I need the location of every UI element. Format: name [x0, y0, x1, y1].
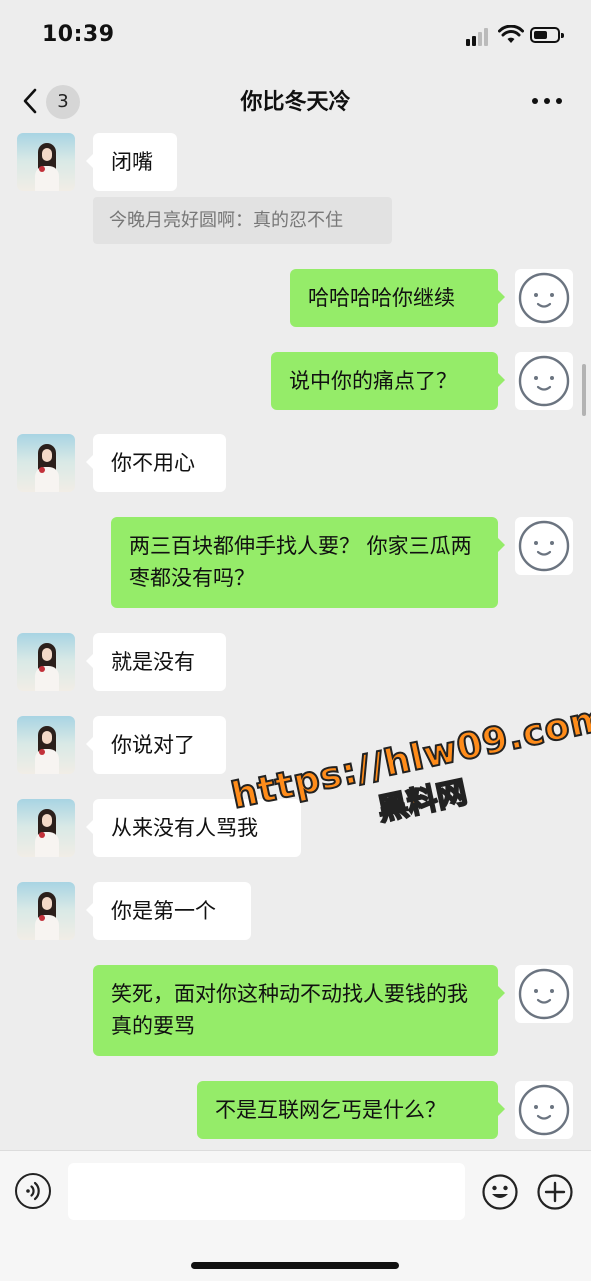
message-bubble-outgoing[interactable]: 不是互联网乞丐是什么？ [197, 1081, 505, 1139]
contact-avatar[interactable] [17, 633, 75, 691]
voice-button[interactable] [15, 1173, 51, 1209]
input-bar [0, 1150, 591, 1281]
message-bubble-outgoing[interactable]: 笑死，面对你这种动不动找人要钱的我真的要骂 [93, 965, 505, 1056]
smiley-face-icon [518, 968, 570, 1020]
message-bubble-outgoing[interactable]: 哈哈哈哈你继续 [290, 269, 505, 327]
self-avatar[interactable] [515, 965, 573, 1023]
contact-avatar[interactable] [17, 133, 75, 191]
smiley-face-icon [518, 272, 570, 324]
message-bubble-outgoing[interactable]: 说中你的痛点了？ [271, 352, 505, 410]
smiley-face-icon [518, 1084, 570, 1136]
plus-icon[interactable] [536, 1173, 574, 1211]
more-button[interactable] [532, 86, 564, 112]
home-indicator [191, 1262, 399, 1269]
self-avatar[interactable] [515, 517, 573, 575]
contact-avatar[interactable] [17, 716, 75, 774]
contact-avatar[interactable] [17, 434, 75, 492]
status-time: 10:39 [42, 22, 115, 47]
message-bubble-incoming[interactable]: 从来没有人骂我 [86, 799, 301, 857]
contact-avatar[interactable] [17, 799, 75, 857]
self-avatar[interactable] [515, 1081, 573, 1139]
message-bubble-outgoing[interactable]: 两三百块都伸手找人要？ 你家三瓜两枣都没有吗？ [111, 517, 505, 608]
self-avatar[interactable] [515, 352, 573, 410]
battery-icon [530, 27, 564, 43]
scrollbar[interactable] [582, 364, 586, 416]
message-input[interactable] [68, 1163, 465, 1220]
self-avatar[interactable] [515, 269, 573, 327]
signal-icon [466, 28, 492, 46]
smiley-face-icon [518, 520, 570, 572]
emoji-icon[interactable] [481, 1173, 519, 1211]
quoted-message[interactable]: 今晚月亮好圆啊：真的忍不住 [93, 197, 392, 244]
smiley-face-icon [518, 355, 570, 407]
chat-header: 3 你比冬天冷 [0, 70, 591, 130]
contact-avatar[interactable] [17, 882, 75, 940]
status-bar: 10:39 [0, 0, 591, 70]
message-bubble-incoming[interactable]: 你是第一个 [86, 882, 251, 940]
wifi-icon [498, 25, 524, 43]
message-bubble-incoming[interactable]: 闭嘴 [86, 133, 177, 191]
message-bubble-incoming[interactable]: 你不用心 [86, 434, 226, 492]
chat-title: 你比冬天冷 [240, 90, 351, 115]
chat-scroll-area[interactable]: 闭嘴 今晚月亮好圆啊：真的忍不住 哈哈哈哈你继续 说中你的痛点了？ 你不用心 两… [0, 130, 591, 1150]
message-bubble-incoming[interactable]: 就是没有 [86, 633, 226, 691]
voice-icon [26, 1181, 40, 1201]
message-bubble-incoming[interactable]: 你说对了 [86, 716, 226, 774]
